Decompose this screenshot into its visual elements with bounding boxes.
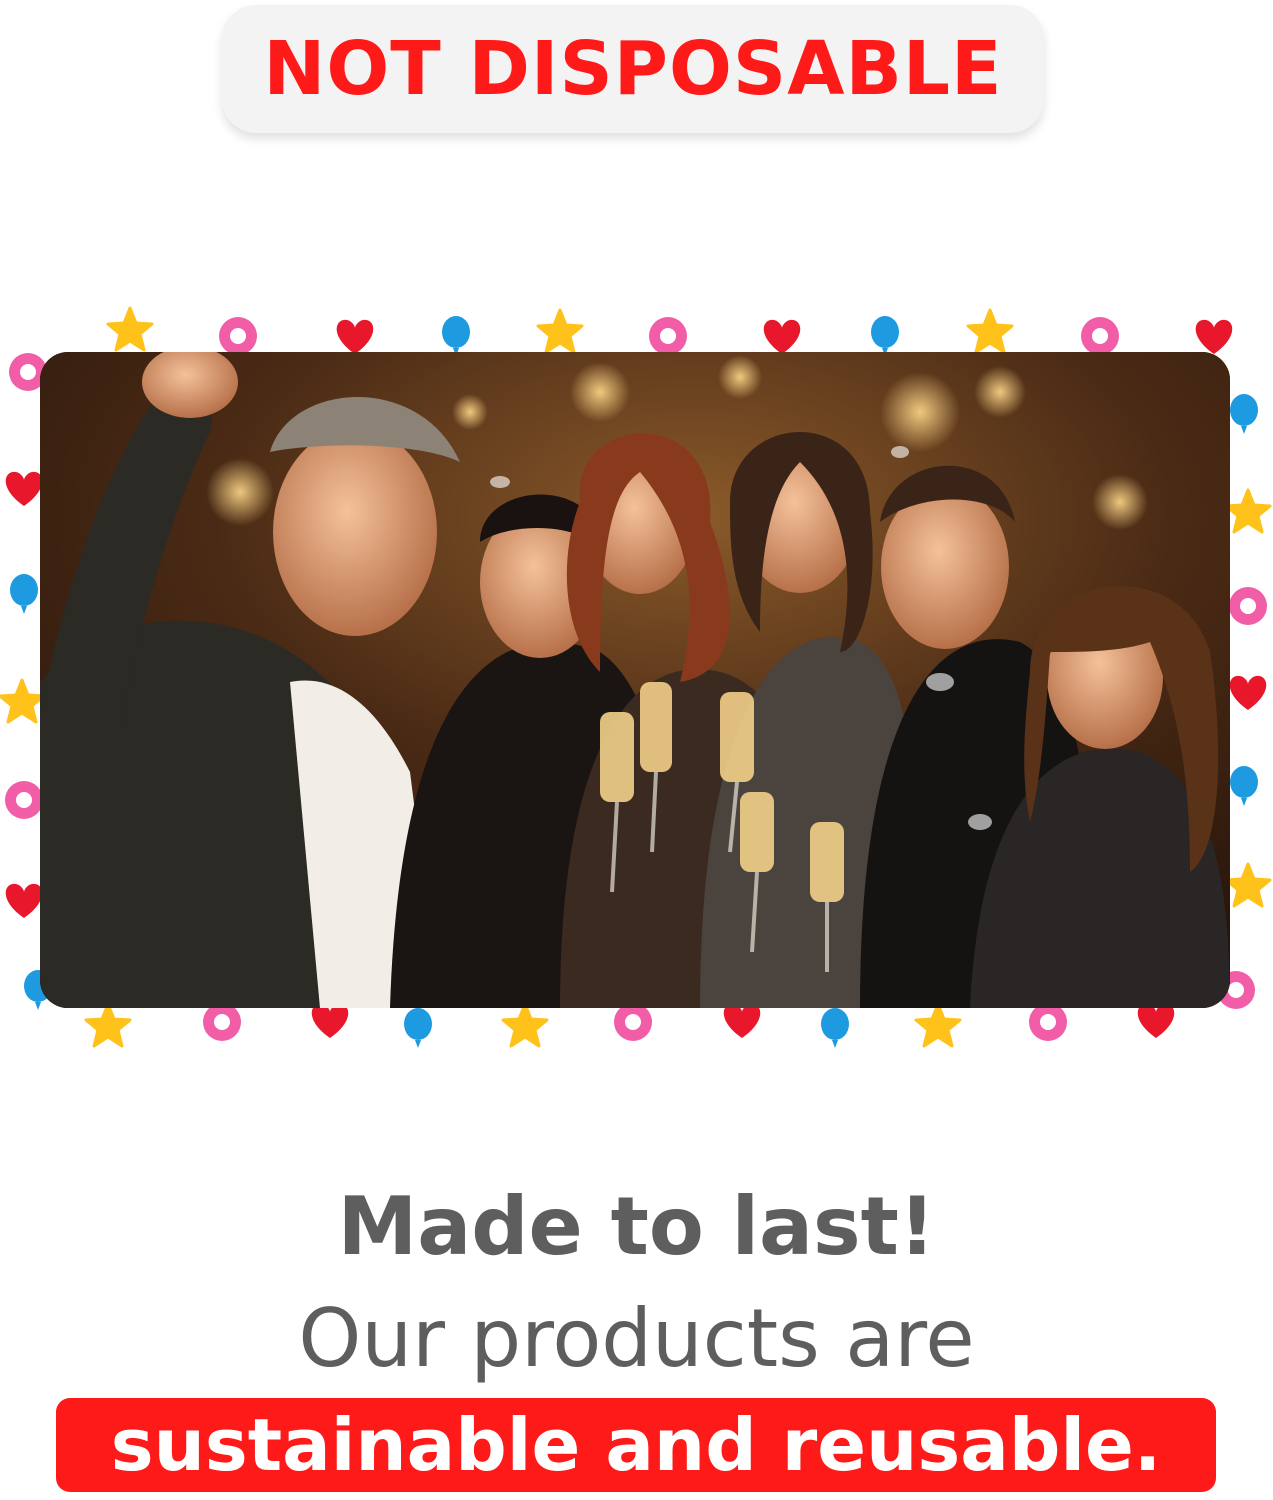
heart-icon xyxy=(1137,1003,1175,1038)
heart-icon xyxy=(763,319,801,354)
heart-icon xyxy=(1195,319,1233,354)
donut-icon xyxy=(203,1003,241,1041)
heart-icon xyxy=(5,883,43,918)
heart-icon xyxy=(1229,675,1267,710)
not-disposable-badge: NOT DISPOSABLE xyxy=(222,5,1044,133)
balloon-icon xyxy=(442,316,470,356)
star-icon xyxy=(966,308,1014,354)
star-icon xyxy=(0,678,46,724)
product-infographic: NOT DISPOSABLE Made to last! Our product… xyxy=(0,0,1273,1500)
party-scene-illustration xyxy=(40,352,1230,1008)
heart-icon xyxy=(5,471,43,506)
balloon-icon xyxy=(1230,394,1258,434)
badge-text: NOT DISPOSABLE xyxy=(263,26,1003,112)
our-products-text: Our products are xyxy=(298,1292,975,1385)
sustainable-banner-text: sustainable and reusable. xyxy=(110,1403,1162,1487)
heart-icon xyxy=(311,1003,349,1038)
donut-icon xyxy=(5,781,43,819)
donut-icon xyxy=(614,1003,652,1041)
sustainable-banner: sustainable and reusable. xyxy=(56,1398,1216,1492)
balloon-icon xyxy=(1230,766,1258,806)
star-icon xyxy=(1224,488,1272,534)
donut-icon xyxy=(649,317,687,355)
donut-icon xyxy=(219,317,257,355)
donut-icon xyxy=(1029,1003,1067,1041)
balloon-icon xyxy=(821,1008,849,1048)
star-icon xyxy=(536,308,584,354)
balloon-icon xyxy=(10,574,38,614)
star-icon xyxy=(501,1002,549,1048)
made-to-last-heading: Made to last! xyxy=(337,1180,936,1273)
group-selfie-photo xyxy=(40,352,1230,1008)
heart-icon xyxy=(336,319,374,354)
star-icon xyxy=(1224,862,1272,908)
balloon-icon xyxy=(404,1008,432,1048)
balloon-icon xyxy=(871,316,899,356)
star-icon xyxy=(914,1002,962,1048)
donut-icon xyxy=(1081,317,1119,355)
star-icon xyxy=(106,306,154,352)
donut-icon xyxy=(1229,587,1267,625)
star-icon xyxy=(84,1002,132,1048)
heart-icon xyxy=(723,1003,761,1038)
